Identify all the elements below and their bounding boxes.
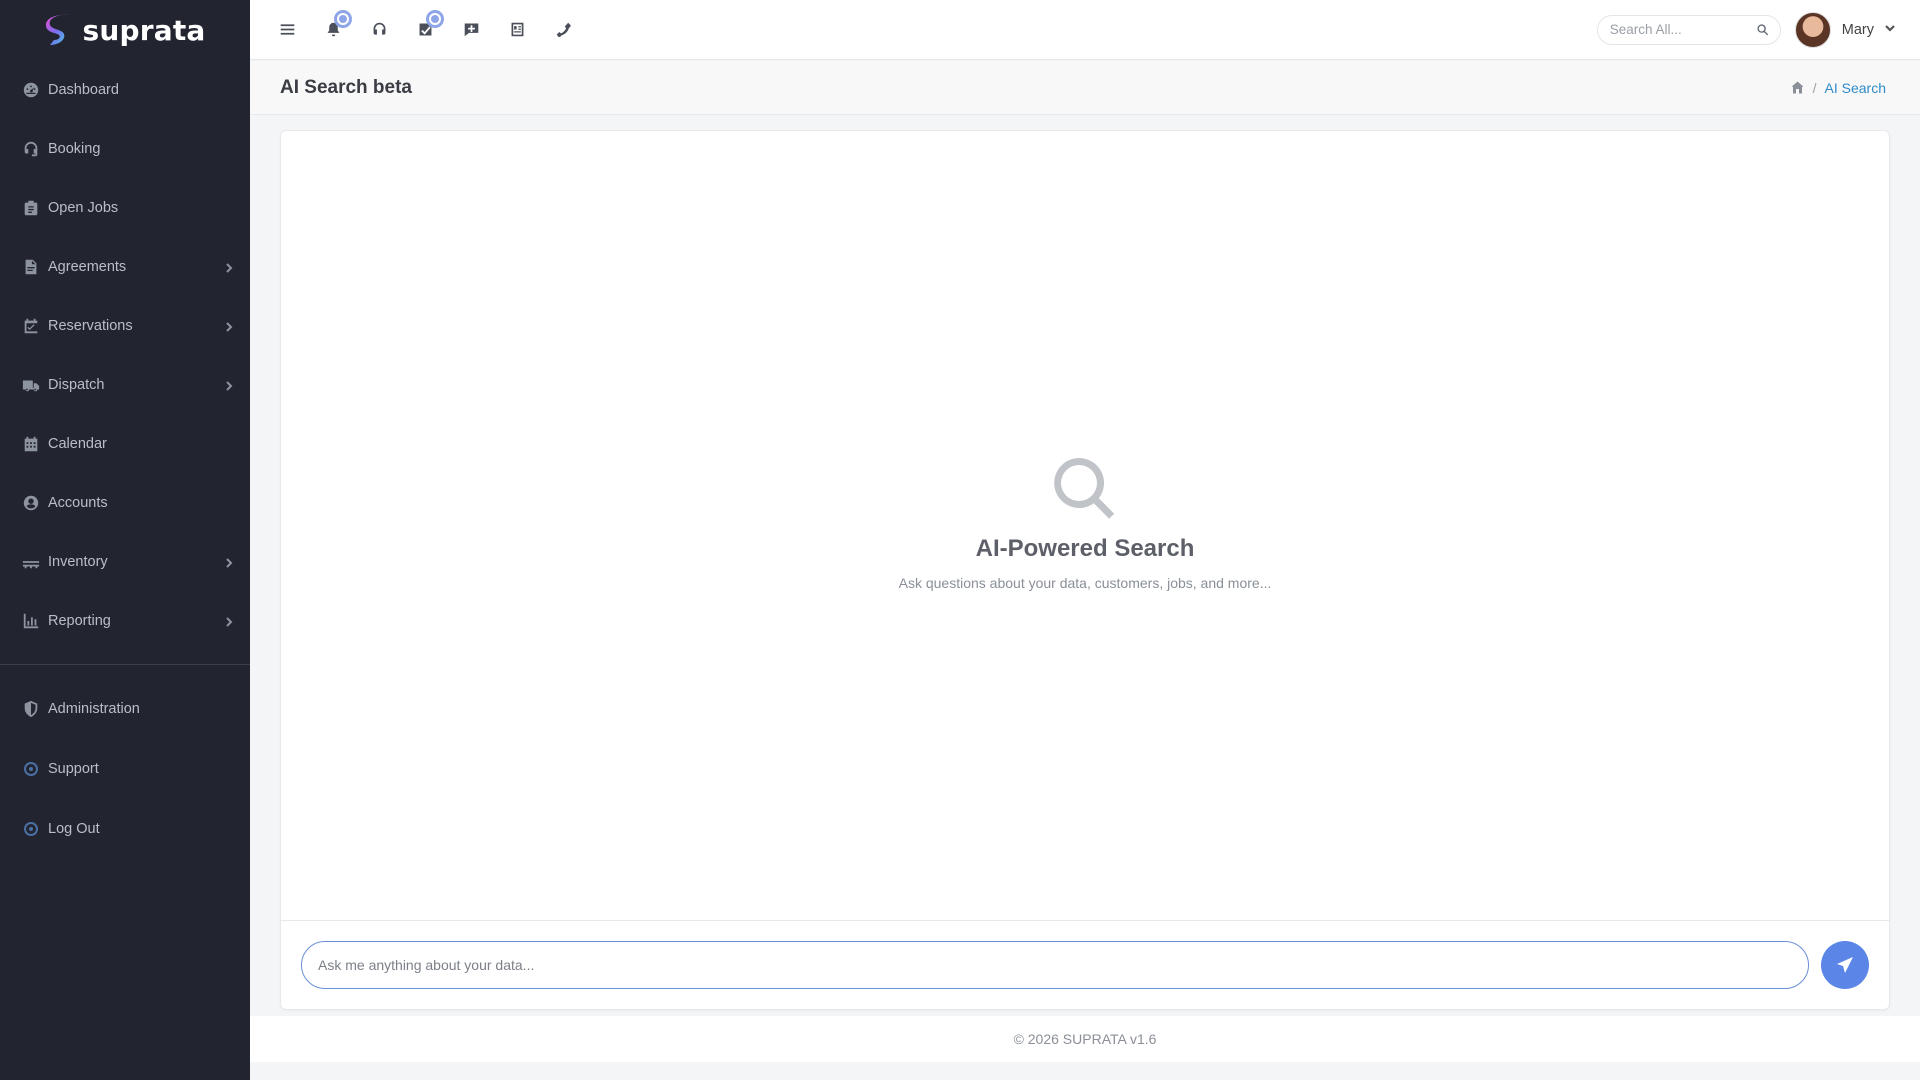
chevron-down-icon[interactable]	[1884, 21, 1896, 39]
user-circle-icon	[20, 492, 42, 514]
empty-state-title: AI-Powered Search	[975, 535, 1195, 562]
user-name[interactable]: Mary	[1842, 22, 1874, 38]
sidebar-item-open-jobs[interactable]: Open Jobs	[0, 178, 250, 237]
chevron-right-icon	[224, 615, 236, 627]
top-icon-bar	[250, 0, 586, 60]
sidebar-bottom-nav: Administration Support Log Out	[0, 679, 250, 859]
ai-search-panel: AI-Powered Search Ask questions about yo…	[280, 130, 1890, 1010]
task-badge	[426, 9, 444, 28]
sidebar-item-calendar[interactable]: Calendar	[0, 414, 250, 473]
calendar-check-icon	[20, 315, 42, 337]
send-button[interactable]	[1821, 941, 1869, 989]
sidebar-nav: Dashboard Booking Open Jobs Agreements R…	[0, 60, 250, 650]
chart-icon	[20, 610, 42, 632]
brand-name: suprata	[82, 13, 206, 47]
clipboard-icon	[20, 197, 42, 219]
report-icon[interactable]	[494, 0, 540, 60]
menu-icon[interactable]	[264, 0, 310, 60]
sidebar-item-label: Agreements	[48, 258, 127, 275]
sidebar-item-label: Administration	[48, 701, 140, 717]
message-plus-icon[interactable]	[448, 0, 494, 60]
top-bar: Mary	[250, 0, 1920, 60]
headset-icon	[20, 138, 42, 160]
sidebar-item-booking[interactable]: Booking	[0, 119, 250, 178]
sidebar-item-label: Inventory	[48, 553, 108, 570]
sidebar-item-dispatch[interactable]: Dispatch	[0, 355, 250, 414]
empty-state: AI-Powered Search Ask questions about yo…	[281, 456, 1889, 591]
sidebar-item-administration[interactable]: Administration	[0, 679, 250, 739]
chevron-right-icon	[224, 261, 236, 273]
calendar-icon	[20, 433, 42, 455]
sidebar-divider	[0, 664, 250, 665]
phone-icon[interactable]	[540, 0, 586, 60]
breadcrumb: / AI Search	[1790, 80, 1890, 96]
pallet-icon	[20, 551, 42, 573]
sidebar-item-agreements[interactable]: Agreements	[0, 237, 250, 296]
brand[interactable]: suprata	[0, 0, 250, 60]
sidebar-item-reservations[interactable]: Reservations	[0, 296, 250, 355]
page-footer: © 2026 SUPRATA v1.6	[250, 1016, 1920, 1062]
ask-input[interactable]	[301, 941, 1809, 989]
sidebar-item-inventory[interactable]: Inventory	[0, 532, 250, 591]
truck-icon	[20, 374, 42, 396]
breadcrumb-current[interactable]: AI Search	[1825, 80, 1886, 96]
search-input[interactable]	[1609, 22, 1756, 37]
search-icon	[281, 456, 1889, 527]
sidebar-item-dashboard[interactable]: Dashboard	[0, 60, 250, 119]
empty-state-subtitle: Ask questions about your data, customers…	[898, 575, 1272, 591]
dashboard-icon	[20, 79, 42, 101]
home-icon[interactable]	[1790, 80, 1805, 95]
page-title: AI Search beta	[280, 76, 412, 98]
sidebar-item-label: Booking	[48, 140, 101, 157]
sidebar-item-label: Support	[48, 761, 99, 777]
task-icon[interactable]	[402, 0, 448, 60]
search-icon[interactable]	[1756, 23, 1770, 37]
send-icon	[1837, 957, 1853, 973]
headset-icon[interactable]	[356, 0, 402, 60]
sidebar-item-label: Dispatch	[48, 376, 105, 393]
ring-dot-icon	[20, 758, 42, 780]
document-icon	[20, 256, 42, 278]
sidebar-item-label: Reporting	[48, 612, 111, 629]
sidebar-item-label: Calendar	[48, 435, 107, 452]
chevron-right-icon	[224, 320, 236, 332]
page-header: AI Search beta / AI Search	[250, 61, 1920, 115]
suprata-logo-icon	[46, 14, 69, 45]
bell-icon[interactable]	[310, 0, 356, 60]
chat-input-bar	[281, 920, 1889, 1009]
notification-badge	[334, 9, 352, 28]
chevron-right-icon	[224, 556, 236, 568]
shield-icon	[20, 698, 42, 720]
top-right: Mary	[1596, 11, 1920, 48]
sidebar-item-label: Reservations	[48, 317, 133, 334]
sidebar-item-support[interactable]: Support	[0, 739, 250, 799]
global-search[interactable]	[1596, 14, 1781, 45]
sidebar: suprata Dashboard Booking Open Jobs Agre…	[0, 0, 250, 1080]
ring-dot-icon	[20, 818, 42, 840]
sidebar-item-label: Log Out	[48, 821, 100, 837]
breadcrumb-separator: /	[1812, 79, 1817, 96]
sidebar-item-label: Dashboard	[48, 81, 119, 98]
sidebar-item-log-out[interactable]: Log Out	[0, 799, 250, 859]
sidebar-item-label: Open Jobs	[48, 199, 119, 216]
avatar[interactable]	[1794, 11, 1831, 48]
sidebar-item-reporting[interactable]: Reporting	[0, 591, 250, 650]
sidebar-item-accounts[interactable]: Accounts	[0, 473, 250, 532]
sidebar-item-label: Accounts	[48, 494, 108, 511]
chevron-right-icon	[224, 379, 236, 391]
